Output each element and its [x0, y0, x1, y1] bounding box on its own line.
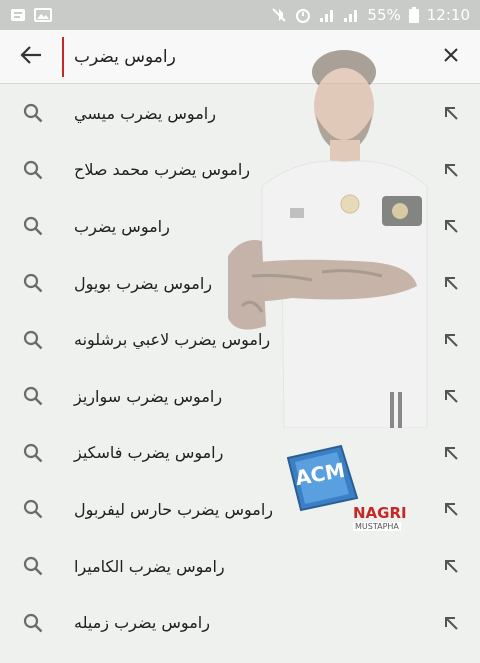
fill-query-arrow-icon[interactable]	[422, 105, 480, 121]
signal-icon	[343, 8, 359, 22]
suggestion-label: راموس يضرب حارس ليفربول	[74, 499, 274, 519]
suggestion-row[interactable]: راموس يضرب فاسكيز	[0, 425, 480, 482]
search-icon	[0, 443, 66, 463]
fill-query-arrow-icon[interactable]	[422, 445, 480, 461]
suggestion-label: راموس يضرب فاسكيز	[74, 443, 224, 463]
suggestion-label: راموس يضرب سواريز	[74, 386, 223, 406]
fill-query-arrow-icon[interactable]	[422, 388, 480, 404]
search-icon	[0, 216, 66, 236]
suggestion-row[interactable]: راموس يضرب الكاميرا	[0, 538, 480, 595]
search-icon	[0, 499, 66, 519]
fill-query-arrow-icon[interactable]	[422, 615, 480, 631]
search-icon	[0, 103, 66, 123]
fill-query-arrow-icon[interactable]	[422, 275, 480, 291]
suggestion-row[interactable]: راموس يضرب ميسي	[0, 85, 480, 142]
arrow-left-icon	[20, 45, 42, 69]
search-icon	[0, 330, 66, 350]
notification-icon	[10, 8, 26, 22]
alarm-icon	[295, 7, 311, 23]
search-input[interactable]	[62, 36, 422, 77]
battery-percent: 55%	[367, 6, 401, 24]
fill-query-arrow-icon[interactable]	[422, 218, 480, 234]
clock: 12:10	[426, 6, 470, 24]
search-icon	[0, 613, 66, 633]
fill-query-arrow-icon[interactable]	[422, 162, 480, 178]
suggestion-row[interactable]: راموس يضرب سواريز	[0, 368, 480, 425]
search-icon	[0, 273, 66, 293]
suggestion-label: راموس يضرب ميسي	[74, 103, 216, 123]
status-left	[10, 8, 52, 22]
suggestion-label: راموس يضرب محمد صلاح	[74, 160, 251, 180]
back-button[interactable]	[0, 30, 62, 84]
suggestion-row[interactable]: راموس يضرب لاعبي برشلونه	[0, 311, 480, 368]
suggestion-row[interactable]: راموس يضرب بويول	[0, 255, 480, 312]
status-bar: 55% 12:10	[0, 0, 480, 30]
fill-query-arrow-icon[interactable]	[422, 558, 480, 574]
mute-icon	[271, 7, 287, 23]
status-right: 55% 12:10	[271, 6, 470, 24]
search-icon	[0, 386, 66, 406]
fill-query-arrow-icon[interactable]	[422, 501, 480, 517]
suggestion-row[interactable]: راموس يضرب	[0, 198, 480, 255]
suggestion-row[interactable]: راموس يضرب حارس ليفربول	[0, 481, 480, 538]
battery-icon	[408, 7, 419, 23]
suggestion-row[interactable]: راموس يضرب زميله	[0, 594, 480, 651]
suggestion-label: راموس يضرب زميله	[74, 613, 210, 633]
close-icon	[443, 47, 459, 67]
suggestion-label: راموس يضرب الكاميرا	[74, 556, 225, 576]
search-icon	[0, 160, 66, 180]
suggestion-label: راموس يضرب لاعبي برشلونه	[74, 330, 271, 350]
suggestion-label: راموس يضرب بويول	[74, 273, 212, 293]
search-bar	[0, 30, 480, 84]
signal-icon	[319, 8, 335, 22]
suggestion-list: راموس يضرب ميسي راموس يضرب محمد صلاح راموس…	[0, 85, 480, 651]
image-icon	[34, 8, 52, 22]
suggestion-label: راموس يضرب	[74, 216, 170, 236]
suggestion-row[interactable]: راموس يضرب محمد صلاح	[0, 142, 480, 199]
clear-button[interactable]	[422, 30, 480, 84]
search-icon	[0, 556, 66, 576]
fill-query-arrow-icon[interactable]	[422, 332, 480, 348]
